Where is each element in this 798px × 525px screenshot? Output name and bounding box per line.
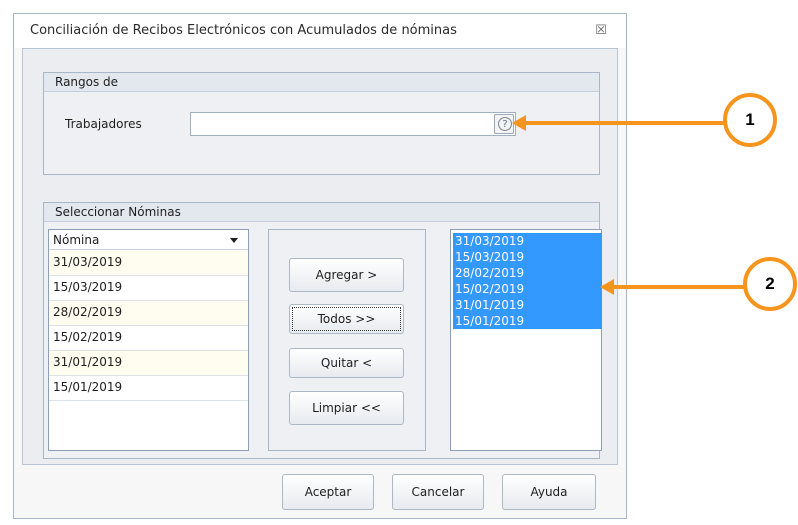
callout-2: 2: [743, 257, 797, 311]
annotation-arrows: [512, 115, 745, 295]
arrow-1-head: [512, 115, 526, 131]
arrow-2-head: [600, 279, 614, 295]
callout-1: 1: [723, 93, 777, 147]
